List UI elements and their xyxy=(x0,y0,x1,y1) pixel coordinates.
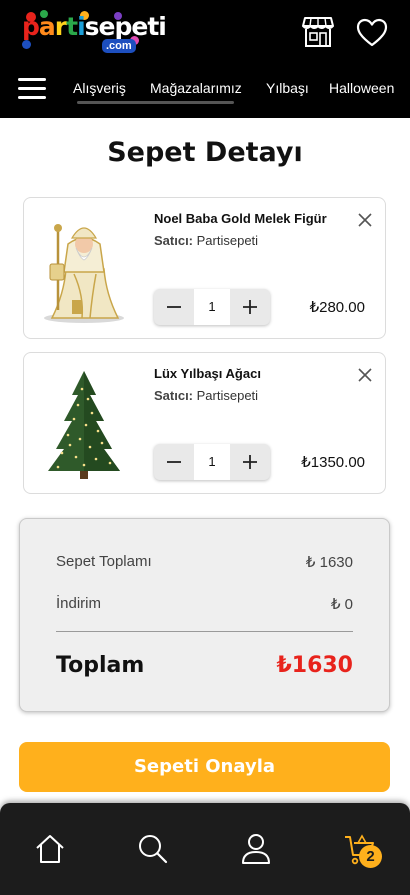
product-name[interactable]: Noel Baba Gold Melek Figür xyxy=(154,211,327,226)
cart-count-badge: 2 xyxy=(359,845,382,868)
plus-icon xyxy=(243,300,257,314)
menu-icon[interactable] xyxy=(18,78,48,102)
discount-value: ₺ 0 xyxy=(330,596,353,613)
nav-item-magazalarimiz[interactable]: Mağazalarımız xyxy=(150,80,242,96)
page-title: Sepet Detayı xyxy=(107,137,303,168)
product-image[interactable] xyxy=(36,369,146,481)
cart-item: Lüx Yılbaşı Ağacı Satıcı: Partisepeti 1 … xyxy=(23,352,386,494)
seller-info: Satıcı: Partisepeti xyxy=(154,233,258,248)
plus-icon xyxy=(243,455,257,469)
order-summary: Sepet Toplamı ₺ 1630 İndirim ₺ 0 Toplam … xyxy=(19,518,390,712)
quantity-value[interactable]: 1 xyxy=(194,444,230,480)
minus-icon xyxy=(167,461,181,463)
total-label: Toplam xyxy=(56,653,145,678)
product-image[interactable] xyxy=(36,214,146,326)
confirm-cart-button[interactable]: Sepeti Onayla xyxy=(19,742,390,792)
subtotal-label: Sepet Toplamı xyxy=(56,553,152,570)
decrease-quantity-button[interactable] xyxy=(154,289,194,325)
item-price: ₺280.00 xyxy=(309,299,365,316)
bottom-tab-bar xyxy=(0,803,410,895)
search-icon[interactable] xyxy=(135,831,171,867)
nav-item-alisveris[interactable]: Alışveriş xyxy=(73,80,126,96)
site-header: partisepeti .com Alışveriş Mağazalarımız… xyxy=(0,0,410,118)
subtotal-row: Sepet Toplamı ₺ 1630 xyxy=(56,553,353,571)
nav-item-halloween[interactable]: Halloween xyxy=(329,80,394,96)
user-icon[interactable] xyxy=(238,831,274,867)
total-value: ₺1630 xyxy=(276,653,353,678)
seller-label: Satıcı: xyxy=(154,388,194,403)
increase-quantity-button[interactable] xyxy=(230,444,270,480)
seller-label: Satıcı: xyxy=(154,233,194,248)
logo-domain: .com xyxy=(102,39,136,53)
logo-wordmark: partisepeti xyxy=(22,12,167,41)
remove-item-icon[interactable] xyxy=(357,212,373,228)
heart-icon[interactable] xyxy=(356,18,388,53)
decrease-quantity-button[interactable] xyxy=(154,444,194,480)
item-price: ₺1350.00 xyxy=(301,454,365,471)
minus-icon xyxy=(167,306,181,308)
seller-name[interactable]: Partisepeti xyxy=(197,388,258,403)
quantity-stepper: 1 xyxy=(154,289,270,325)
quantity-value[interactable]: 1 xyxy=(194,289,230,325)
seller-name[interactable]: Partisepeti xyxy=(197,233,258,248)
increase-quantity-button[interactable] xyxy=(230,289,270,325)
discount-label: İndirim xyxy=(56,595,102,612)
partisepeti-logo[interactable]: partisepeti .com xyxy=(22,10,167,56)
category-nav: Alışveriş Mağazalarımız Yılbaşı Hallowee… xyxy=(73,80,410,100)
cart-item: Noel Baba Gold Melek Figür Satıcı: Parti… xyxy=(23,197,386,339)
quantity-stepper: 1 xyxy=(154,444,270,480)
nav-scroll-indicator xyxy=(77,101,234,104)
summary-divider xyxy=(56,631,353,632)
subtotal-value: ₺ 1630 xyxy=(305,554,353,571)
nav-item-yilbasi[interactable]: Yılbaşı xyxy=(266,80,309,96)
seller-info: Satıcı: Partisepeti xyxy=(154,388,258,403)
product-name[interactable]: Lüx Yılbaşı Ağacı xyxy=(154,366,261,381)
store-icon[interactable] xyxy=(301,16,335,53)
discount-row: İndirim ₺ 0 xyxy=(56,595,353,613)
home-icon[interactable] xyxy=(32,831,68,867)
remove-item-icon[interactable] xyxy=(357,367,373,383)
